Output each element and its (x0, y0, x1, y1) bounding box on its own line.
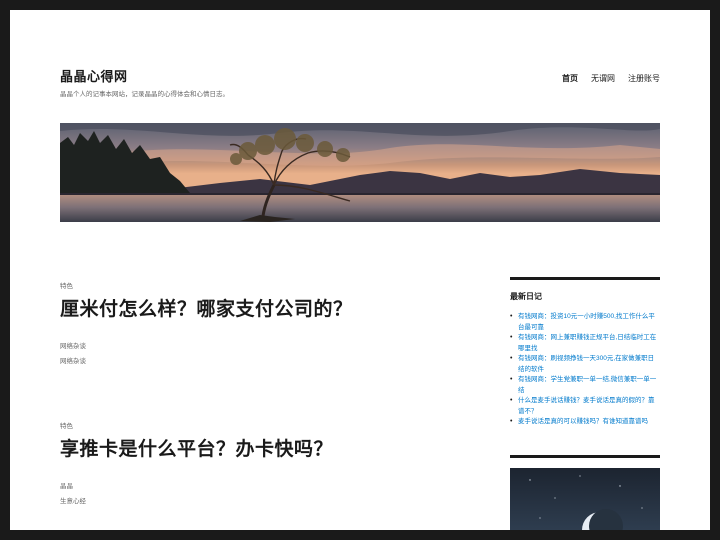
post-author-link[interactable]: 网络杂谈 (60, 340, 460, 350)
recent-posts-list: 有钱网商：投资10元一小时赚500,找工作什么平台最可靠 有钱网商：网上兼职赚钱… (510, 312, 660, 428)
recent-post-item[interactable]: 有钱网商：网上兼职赚钱正规平台,日结临时工在哪里找 (510, 333, 660, 354)
post-featured-tag: 特色 (60, 283, 73, 290)
sidebar-moon-image (510, 468, 660, 530)
header-landscape-image (60, 123, 660, 222)
nav-item-wuwei[interactable]: 无谓网 (591, 73, 615, 84)
recent-post-item[interactable]: 有钱网商：学生党兼职一单一结,微信兼职一单一结 (510, 375, 660, 396)
post-entry: 特色 享推卡是什么平台？办卡快吗？ 晶晶 生意心经 (60, 420, 460, 505)
recent-post-item[interactable]: 什么是麦手说话赚钱？麦手说话是真的假的？靠谱不？ (510, 396, 660, 417)
site-description: 晶晶个人的记事本网站，记录晶晶的心得体会和心情日志。 (60, 91, 229, 98)
post-category-link[interactable]: 生意心经 (60, 495, 460, 505)
main-navigation: 首页 无谓网 注册账号 (562, 73, 660, 84)
post-category-link[interactable]: 网络杂谈 (60, 355, 460, 365)
widget-title: 最新日记 (510, 292, 542, 301)
post-featured-tag: 特色 (60, 423, 73, 430)
recent-post-item[interactable]: 有钱网商：投资10元一小时赚500,找工作什么平台最可靠 (510, 312, 660, 333)
post-title[interactable]: 享推卡是什么平台？办卡快吗？ (60, 434, 460, 461)
widget-divider (510, 455, 660, 458)
recent-post-item[interactable]: 有钱网商：刷视频挣钱一天300元,在家做兼职日结的软件 (510, 354, 660, 375)
page: 晶晶心得网 晶晶个人的记事本网站，记录晶晶的心得体会和心情日志。 首页 无谓网 … (10, 10, 710, 530)
recent-post-item[interactable]: 麦手说话是真的可以赚钱吗？有谁知道靠谱吗 (510, 417, 660, 428)
nav-item-register[interactable]: 注册账号 (628, 73, 660, 84)
post-author-link[interactable]: 晶晶 (60, 480, 460, 490)
sidebar-recent-posts: 最新日记 有钱网商：投资10元一小时赚500,找工作什么平台最可靠 有钱网商：网… (510, 277, 660, 428)
post-entry: 特色 厘米付怎么样？哪家支付公司的？ 网络杂谈 网络杂谈 (60, 280, 460, 365)
nav-item-home[interactable]: 首页 (562, 73, 578, 84)
site-title[interactable]: 晶晶心得网 (60, 66, 128, 85)
post-title[interactable]: 厘米付怎么样？哪家支付公司的？ (60, 294, 460, 321)
widget-divider (510, 277, 660, 280)
